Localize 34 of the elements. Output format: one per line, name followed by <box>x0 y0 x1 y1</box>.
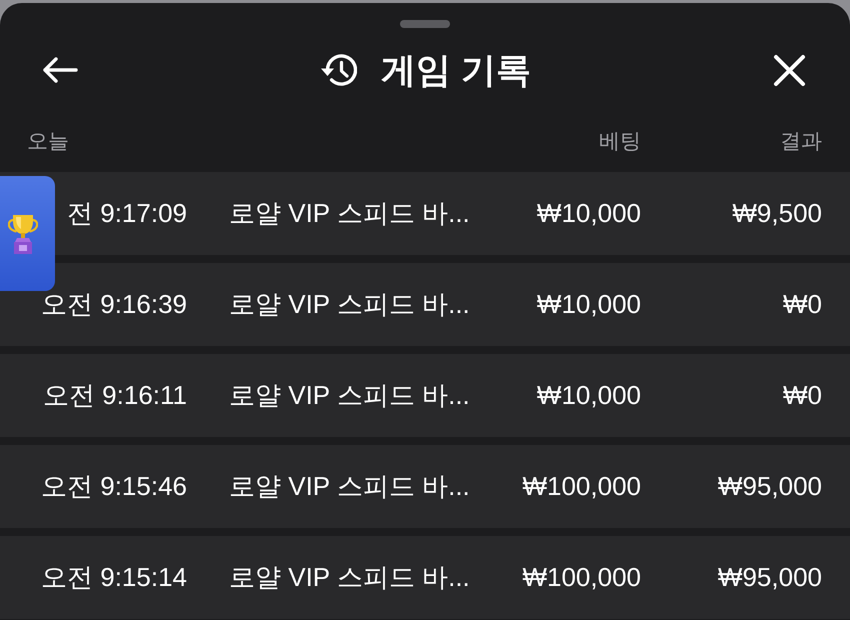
date-heading: 오늘 <box>27 130 69 154</box>
history-row[interactable]: 오전 9:16:39 로얄 VIP 스피드 바... ₩10,000 ₩0 <box>0 263 850 346</box>
game-cell: 로얄 VIP 스피드 바... <box>229 380 470 410</box>
result-cell: ₩0 <box>783 380 822 410</box>
result-cell: ₩95,000 <box>718 562 822 592</box>
time-cell: 전 9:17:09 <box>67 198 187 228</box>
bet-cell: ₩10,000 <box>536 380 641 410</box>
drag-handle[interactable] <box>400 20 450 28</box>
time-cell: 오전 9:16:39 <box>41 289 187 319</box>
result-cell: ₩9,500 <box>732 198 822 228</box>
time-cell: 오전 9:16:11 <box>42 380 187 410</box>
close-icon <box>773 54 806 86</box>
column-header: 결과 <box>780 130 822 154</box>
history-row[interactable]: 전 9:17:09 로얄 VIP 스피드 바... ₩10,000 ₩9,500 <box>0 172 850 255</box>
trophy-badge-button[interactable] <box>0 176 55 291</box>
history-row[interactable]: 오전 9:15:46 로얄 VIP 스피드 바... ₩100,000 ₩95,000 <box>0 445 850 528</box>
bet-cell: ₩100,000 <box>522 562 641 592</box>
sheet-title: 게임 기록 <box>381 52 531 88</box>
game-cell: 로얄 VIP 스피드 바... <box>229 471 470 501</box>
history-icon <box>319 53 358 87</box>
bet-cell: ₩10,000 <box>536 198 641 228</box>
history-row[interactable]: 오전 9:15:14 로얄 VIP 스피드 바... ₩100,000 ₩95,000 <box>0 536 850 619</box>
game-cell: 로얄 VIP 스피드 바... <box>229 198 470 228</box>
game-cell: 로얄 VIP 스피드 바... <box>229 289 470 319</box>
game-cell: 로얄 VIP 스피드 바... <box>229 562 470 592</box>
bet-cell: ₩10,000 <box>536 289 641 319</box>
column-header: 베팅 <box>599 130 641 154</box>
result-cell: ₩0 <box>783 289 822 319</box>
bet-cell: ₩100,000 <box>522 471 641 501</box>
back-arrow-icon <box>42 57 78 83</box>
history-row[interactable]: 오전 9:16:11 로얄 VIP 스피드 바... ₩10,000 ₩0 <box>0 354 850 437</box>
time-cell: 오전 9:15:14 <box>41 562 187 592</box>
result-cell: ₩95,000 <box>718 471 822 501</box>
time-cell: 오전 9:15:46 <box>41 471 187 501</box>
